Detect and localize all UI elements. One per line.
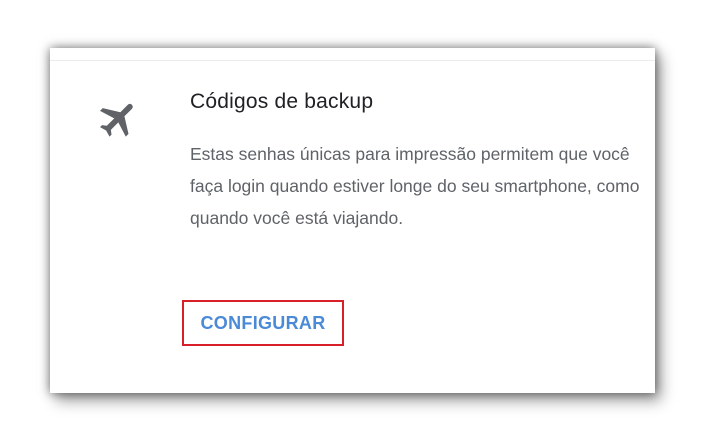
airplane-icon bbox=[96, 96, 142, 142]
configure-button[interactable]: CONFIGURAR bbox=[182, 300, 344, 346]
card-description: Estas senhas únicas para impressão permi… bbox=[190, 144, 640, 228]
backup-codes-card: Códigos de backup Estas senhas únicas pa… bbox=[50, 48, 655, 393]
card-title: Códigos de backup bbox=[190, 90, 374, 113]
card-divider bbox=[50, 60, 655, 61]
configure-button-label: CONFIGURAR bbox=[200, 312, 326, 333]
